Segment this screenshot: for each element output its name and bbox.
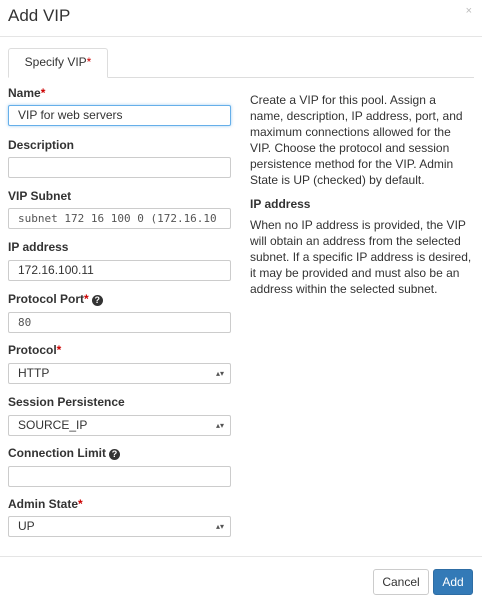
protocol-port-input[interactable]: 80 [8,312,231,333]
question-circle-icon[interactable]: ? [91,295,103,306]
tab-label: Specify VIP [24,55,87,69]
description-label: Description [8,138,75,152]
modal-header: Add VIP × [0,0,482,37]
help-intro: Create a VIP for this pool. Assign a nam… [250,93,463,187]
protocol-label: Protocol* [8,343,62,357]
protocol-port-label: Protocol Port*? [8,292,103,306]
session-persistence-label: Session Persistence [8,395,125,409]
vip-subnet-select[interactable]: subnet 172 16 100 0 (172.16.10 [8,208,231,229]
vip-subnet-label: VIP Subnet [8,189,72,203]
connection-limit-input[interactable] [8,466,231,487]
tab-specify-vip[interactable]: Specify VIP* [8,48,108,78]
session-persistence-select[interactable]: SOURCE_IP ▴▾ [8,415,231,436]
required-marker: * [86,55,92,69]
modal-footer: Cancel Add [0,556,482,603]
add-button[interactable]: Add [433,569,473,595]
question-circle-icon[interactable]: ? [109,449,120,460]
description-input[interactable] [8,157,231,178]
cancel-button[interactable]: Cancel [373,569,429,595]
ip-address-input[interactable]: 172.16.100.11 [8,260,231,281]
admin-state-select[interactable]: UP ▴▾ [8,516,231,537]
protocol-value: HTTP [18,366,50,380]
vip-subnet-value: subnet 172 16 100 0 (172.16.10 [18,212,217,225]
select-caret-icon: ▴▾ [215,421,224,430]
session-persistence-value: SOURCE_IP [18,418,88,432]
select-caret-icon: ▴▾ [215,522,224,531]
help-ip-body: When no IP address is provided, the VIP … [250,218,472,296]
admin-state-value: UP [18,519,35,533]
ip-address-label: IP address [8,240,69,254]
connection-limit-label: Connection Limit? [8,446,120,460]
help-panel: Create a VIP for this pool. Assign a nam… [250,92,472,305]
name-input[interactable]: VIP for web servers [8,105,231,126]
tab-bar: Specify VIP* [8,48,474,78]
help-ip-heading: IP address [250,197,311,211]
modal-title: Add VIP [8,6,71,25]
protocol-select[interactable]: HTTP ▴▾ [8,363,231,384]
admin-state-label: Admin State* [8,497,83,511]
name-label: Name* [8,86,46,100]
close-icon[interactable]: × [466,5,472,17]
select-caret-icon: ▴▾ [215,369,224,378]
